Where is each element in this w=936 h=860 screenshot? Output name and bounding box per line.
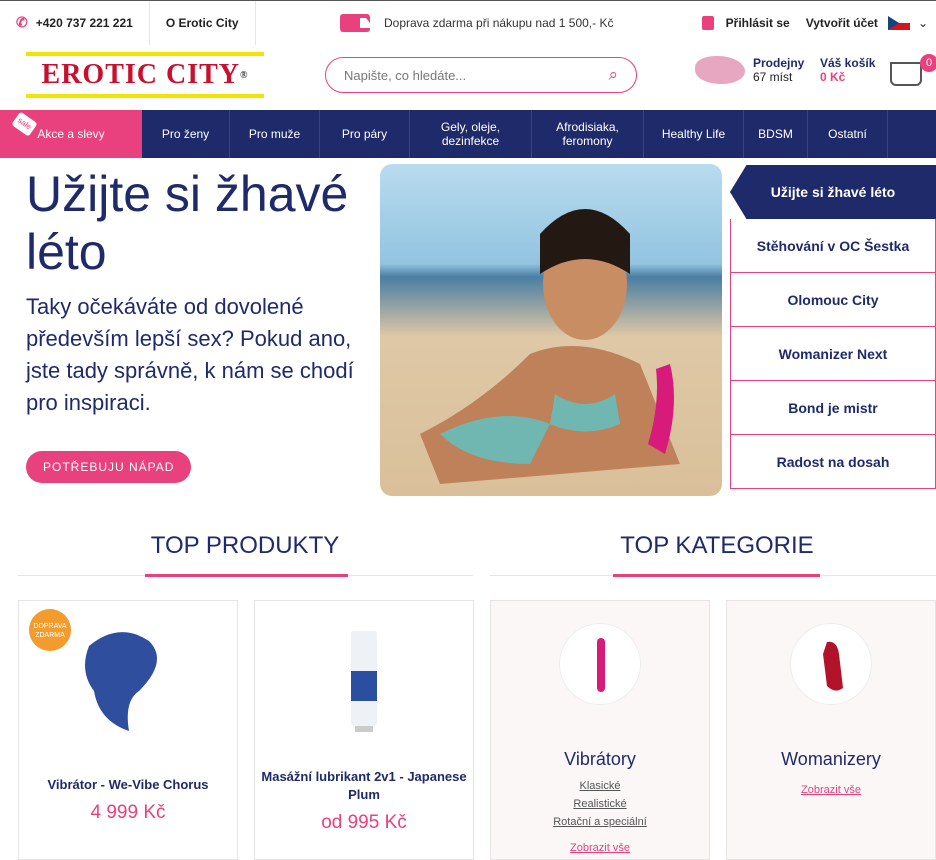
- czech-map-icon: [695, 56, 745, 84]
- nav-item-bdsm[interactable]: BDSM: [744, 110, 808, 158]
- auth-links: Přihlásit se Vytvořit účet ⌄: [690, 1, 936, 45]
- nav-item-gels[interactable]: Gely, oleje, dezinfekce: [410, 110, 532, 158]
- about-link[interactable]: O Erotic City: [150, 0, 256, 45]
- cart-amount: 0 Kč: [820, 70, 846, 84]
- sale-tag-icon: sale: [11, 111, 38, 137]
- product-price: od 995 Kč: [321, 812, 407, 833]
- category-card[interactable]: Vibrátory Klasické Realistické Rotační a…: [490, 600, 710, 860]
- top-products-title: TOP PRODUKTY: [150, 532, 340, 559]
- logo-registered: ®: [240, 69, 249, 81]
- register-link[interactable]: Vytvořit účet: [806, 16, 878, 30]
- category-link[interactable]: Realistické: [491, 798, 709, 810]
- slide-tab-bond[interactable]: Bond je mistr: [730, 381, 936, 435]
- nav-label: BDSM: [758, 127, 793, 141]
- czech-flag-icon[interactable]: [887, 16, 910, 30]
- nav-label: Pro páry: [341, 127, 388, 141]
- slide-tab-womanizer[interactable]: Womanizer Next: [730, 327, 936, 381]
- phone-link[interactable]: ✆ +420 737 221 221: [0, 0, 150, 45]
- nav-item-women[interactable]: Pro ženy: [142, 110, 230, 158]
- lock-icon: [701, 16, 714, 30]
- slide-tab-summer[interactable]: Užijte si žhavé léto: [730, 165, 936, 219]
- category-name[interactable]: Vibrátory: [491, 749, 709, 770]
- title-underline: [613, 574, 820, 577]
- product-image: [351, 631, 377, 732]
- stores-label: Prodejny: [753, 56, 805, 70]
- slide-tab-joy[interactable]: Radost na dosah: [730, 435, 936, 489]
- top-categories-title: TOP KATEGORIE: [620, 532, 814, 559]
- login-link[interactable]: Přihlásit se: [726, 16, 790, 30]
- hero-text: Užijte si žhavé léto Taky očekáváte od d…: [26, 165, 376, 483]
- nav-label: Pro ženy: [161, 127, 210, 141]
- cart-link[interactable]: Váš košík 0 Kč: [820, 56, 875, 84]
- nav-item-aphrodisiacs[interactable]: Afrodisiaka, feromony: [532, 110, 644, 158]
- cart-label: Váš košík: [820, 56, 876, 70]
- idea-button[interactable]: POTŘEBUJU NÁPAD: [26, 451, 192, 483]
- phone-number: +420 737 221 221: [35, 15, 133, 30]
- hero-description: Taky očekáváte od dovolené především lep…: [26, 294, 354, 415]
- logo-text: EROTIC CITY: [41, 59, 240, 90]
- cart-badge: 0: [920, 54, 936, 72]
- truck-icon: [340, 14, 370, 32]
- nav-label: Afrodisiaka, feromony: [556, 120, 619, 148]
- category-card[interactable]: Womanizery Zobrazit vše: [726, 600, 936, 860]
- show-all-link[interactable]: Zobrazit vše: [727, 784, 935, 796]
- show-all-link[interactable]: Zobrazit vše: [491, 842, 709, 854]
- vibrator-icon: [559, 623, 641, 705]
- slider-tabs: Užijte si žhavé léto Stěhování v OC Šest…: [730, 165, 936, 489]
- womanizer-icon: [790, 623, 872, 705]
- nav-item-other[interactable]: Ostatní: [808, 110, 888, 158]
- shipping-info: Doprava zdarma při nákupu nad 1 500,- Kč: [340, 1, 613, 45]
- hero-title: Užijte si žhavé léto: [26, 166, 349, 280]
- category-link[interactable]: Klasické: [491, 780, 709, 792]
- header: EROTIC CITY ® Napište, co hledáte... ⌕ Pro…: [0, 44, 936, 110]
- nav-label: Healthy Life: [661, 127, 726, 141]
- nav-item-men[interactable]: Pro muže: [230, 110, 320, 158]
- nav-item-healthy-life[interactable]: Healthy Life: [644, 110, 744, 158]
- slide-tab-olomouc[interactable]: Olomouc City: [730, 273, 936, 327]
- search-input[interactable]: Napište, co hledáte... ⌕: [325, 57, 637, 93]
- slide-tab-moving[interactable]: Stěhování v OC Šestka: [730, 219, 936, 273]
- product-name[interactable]: Masážní lubrikant 2v1 - Japanese Plum: [255, 768, 473, 804]
- nav-label: Ostatní: [828, 127, 867, 141]
- product-price: 4 999 Kč: [90, 802, 166, 823]
- about-label: O Erotic City: [165, 15, 239, 30]
- top-bar: ✆ +420 737 221 221 O Erotic City Doprava …: [0, 0, 936, 45]
- category-link[interactable]: Rotační a speciální: [491, 816, 709, 828]
- hero-image[interactable]: [380, 164, 722, 496]
- free-shipping-badge: DOPRAVA ZDARMA: [29, 609, 71, 651]
- product-card[interactable]: Masážní lubrikant 2v1 - Japanese Plum od…: [254, 600, 474, 860]
- chevron-down-icon[interactable]: ⌄: [918, 16, 928, 30]
- basket-icon[interactable]: [890, 62, 922, 86]
- nav-label: Pro muže: [248, 127, 301, 141]
- main-nav: sale Akce a slevy Pro ženy Pro muže Pro p…: [0, 110, 936, 158]
- stores-link[interactable]: Prodejny 67 míst: [695, 56, 804, 84]
- beach-woman-image: [420, 209, 680, 484]
- nav-item-sale[interactable]: sale Akce a slevy: [0, 110, 142, 158]
- stores-count: 67 míst: [753, 70, 793, 84]
- logo[interactable]: EROTIC CITY ®: [26, 52, 264, 98]
- product-card[interactable]: DOPRAVA ZDARMA Vibrátor - We-Vibe Chorus…: [18, 600, 238, 860]
- nav-item-couples[interactable]: Pro páry: [320, 110, 410, 158]
- search-placeholder: Napište, co hledáte...: [344, 67, 467, 83]
- phone-icon: ✆: [16, 14, 28, 30]
- shipping-text: Doprava zdarma při nákupu nad 1 500,- Kč: [384, 16, 614, 30]
- title-underline: [145, 574, 348, 577]
- category-name[interactable]: Womanizery: [727, 749, 935, 770]
- search-icon[interactable]: ⌕: [608, 65, 618, 85]
- nav-label: Akce a slevy: [37, 127, 105, 141]
- product-name[interactable]: Vibrátor - We-Vibe Chorus: [19, 776, 237, 794]
- nav-label: Gely, oleje, dezinfekce: [440, 120, 501, 148]
